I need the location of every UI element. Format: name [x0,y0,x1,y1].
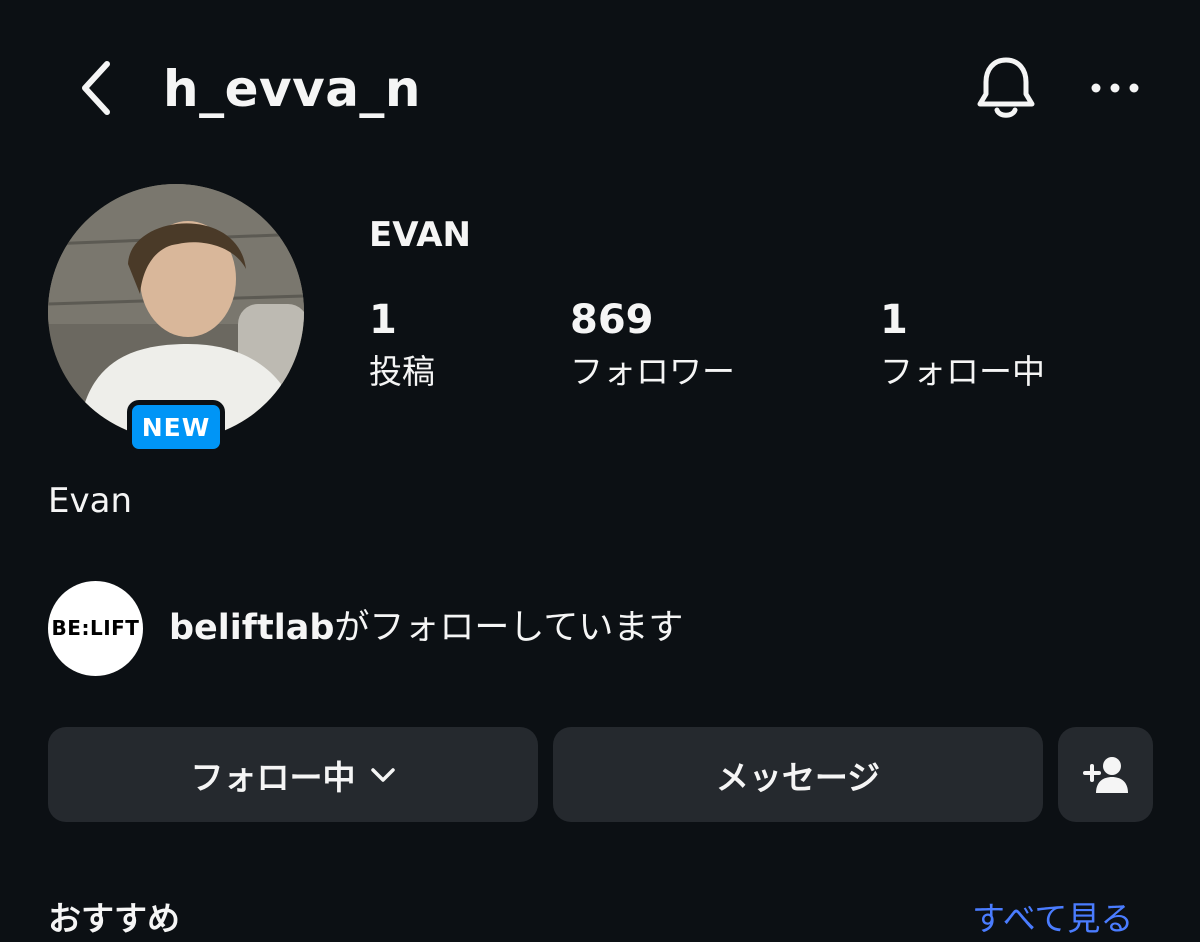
display-name: EVAN [369,215,471,255]
add-user-button[interactable] [1058,727,1153,822]
see-all-link[interactable]: すべて見る [972,896,1133,942]
profile-username: h_evva_n [163,60,422,118]
stat-label: フォロー中 [880,352,1045,391]
stat-label: 投稿 [369,352,435,391]
followed-by-text: beliftlabがフォローしています [169,605,683,651]
stat-label: フォロワー [570,352,735,391]
suggestions-title: おすすめ [48,899,180,938]
stat-followers[interactable]: 869 フォロワー [570,295,735,397]
more-options-button[interactable] [1085,66,1145,110]
profile-header: h_evva_n [0,0,1200,180]
stat-posts[interactable]: 1 投稿 [369,295,435,397]
back-button[interactable] [70,58,120,118]
followed-by-row[interactable]: BE:LIFT beliftlabがフォローしています [48,580,683,676]
bell-icon [977,57,1035,118]
stat-count: 869 [570,297,654,343]
chevron-down-icon [370,767,396,783]
stat-count: 1 [880,297,908,343]
stat-count: 1 [369,297,397,343]
new-badge: NEW [127,400,225,454]
message-button[interactable]: メッセージ [553,727,1043,822]
chevron-left-icon [82,61,110,115]
stat-following[interactable]: 1 フォロー中 [880,295,1045,397]
bio-name: Evan [48,481,132,521]
following-button-label: フォロー中 [190,757,356,797]
message-button-label: メッセージ [715,757,881,797]
followed-by-account: beliftlab [169,608,335,648]
notifications-button[interactable] [970,52,1042,124]
profile-avatar-container: NEW [48,184,304,454]
following-button[interactable]: フォロー中 [48,727,538,822]
add-user-icon [1082,756,1128,793]
followed-by-avatar: BE:LIFT [48,580,143,676]
ellipsis-icon [1091,83,1139,93]
followed-by-suffix: がフォローしています [334,608,684,648]
